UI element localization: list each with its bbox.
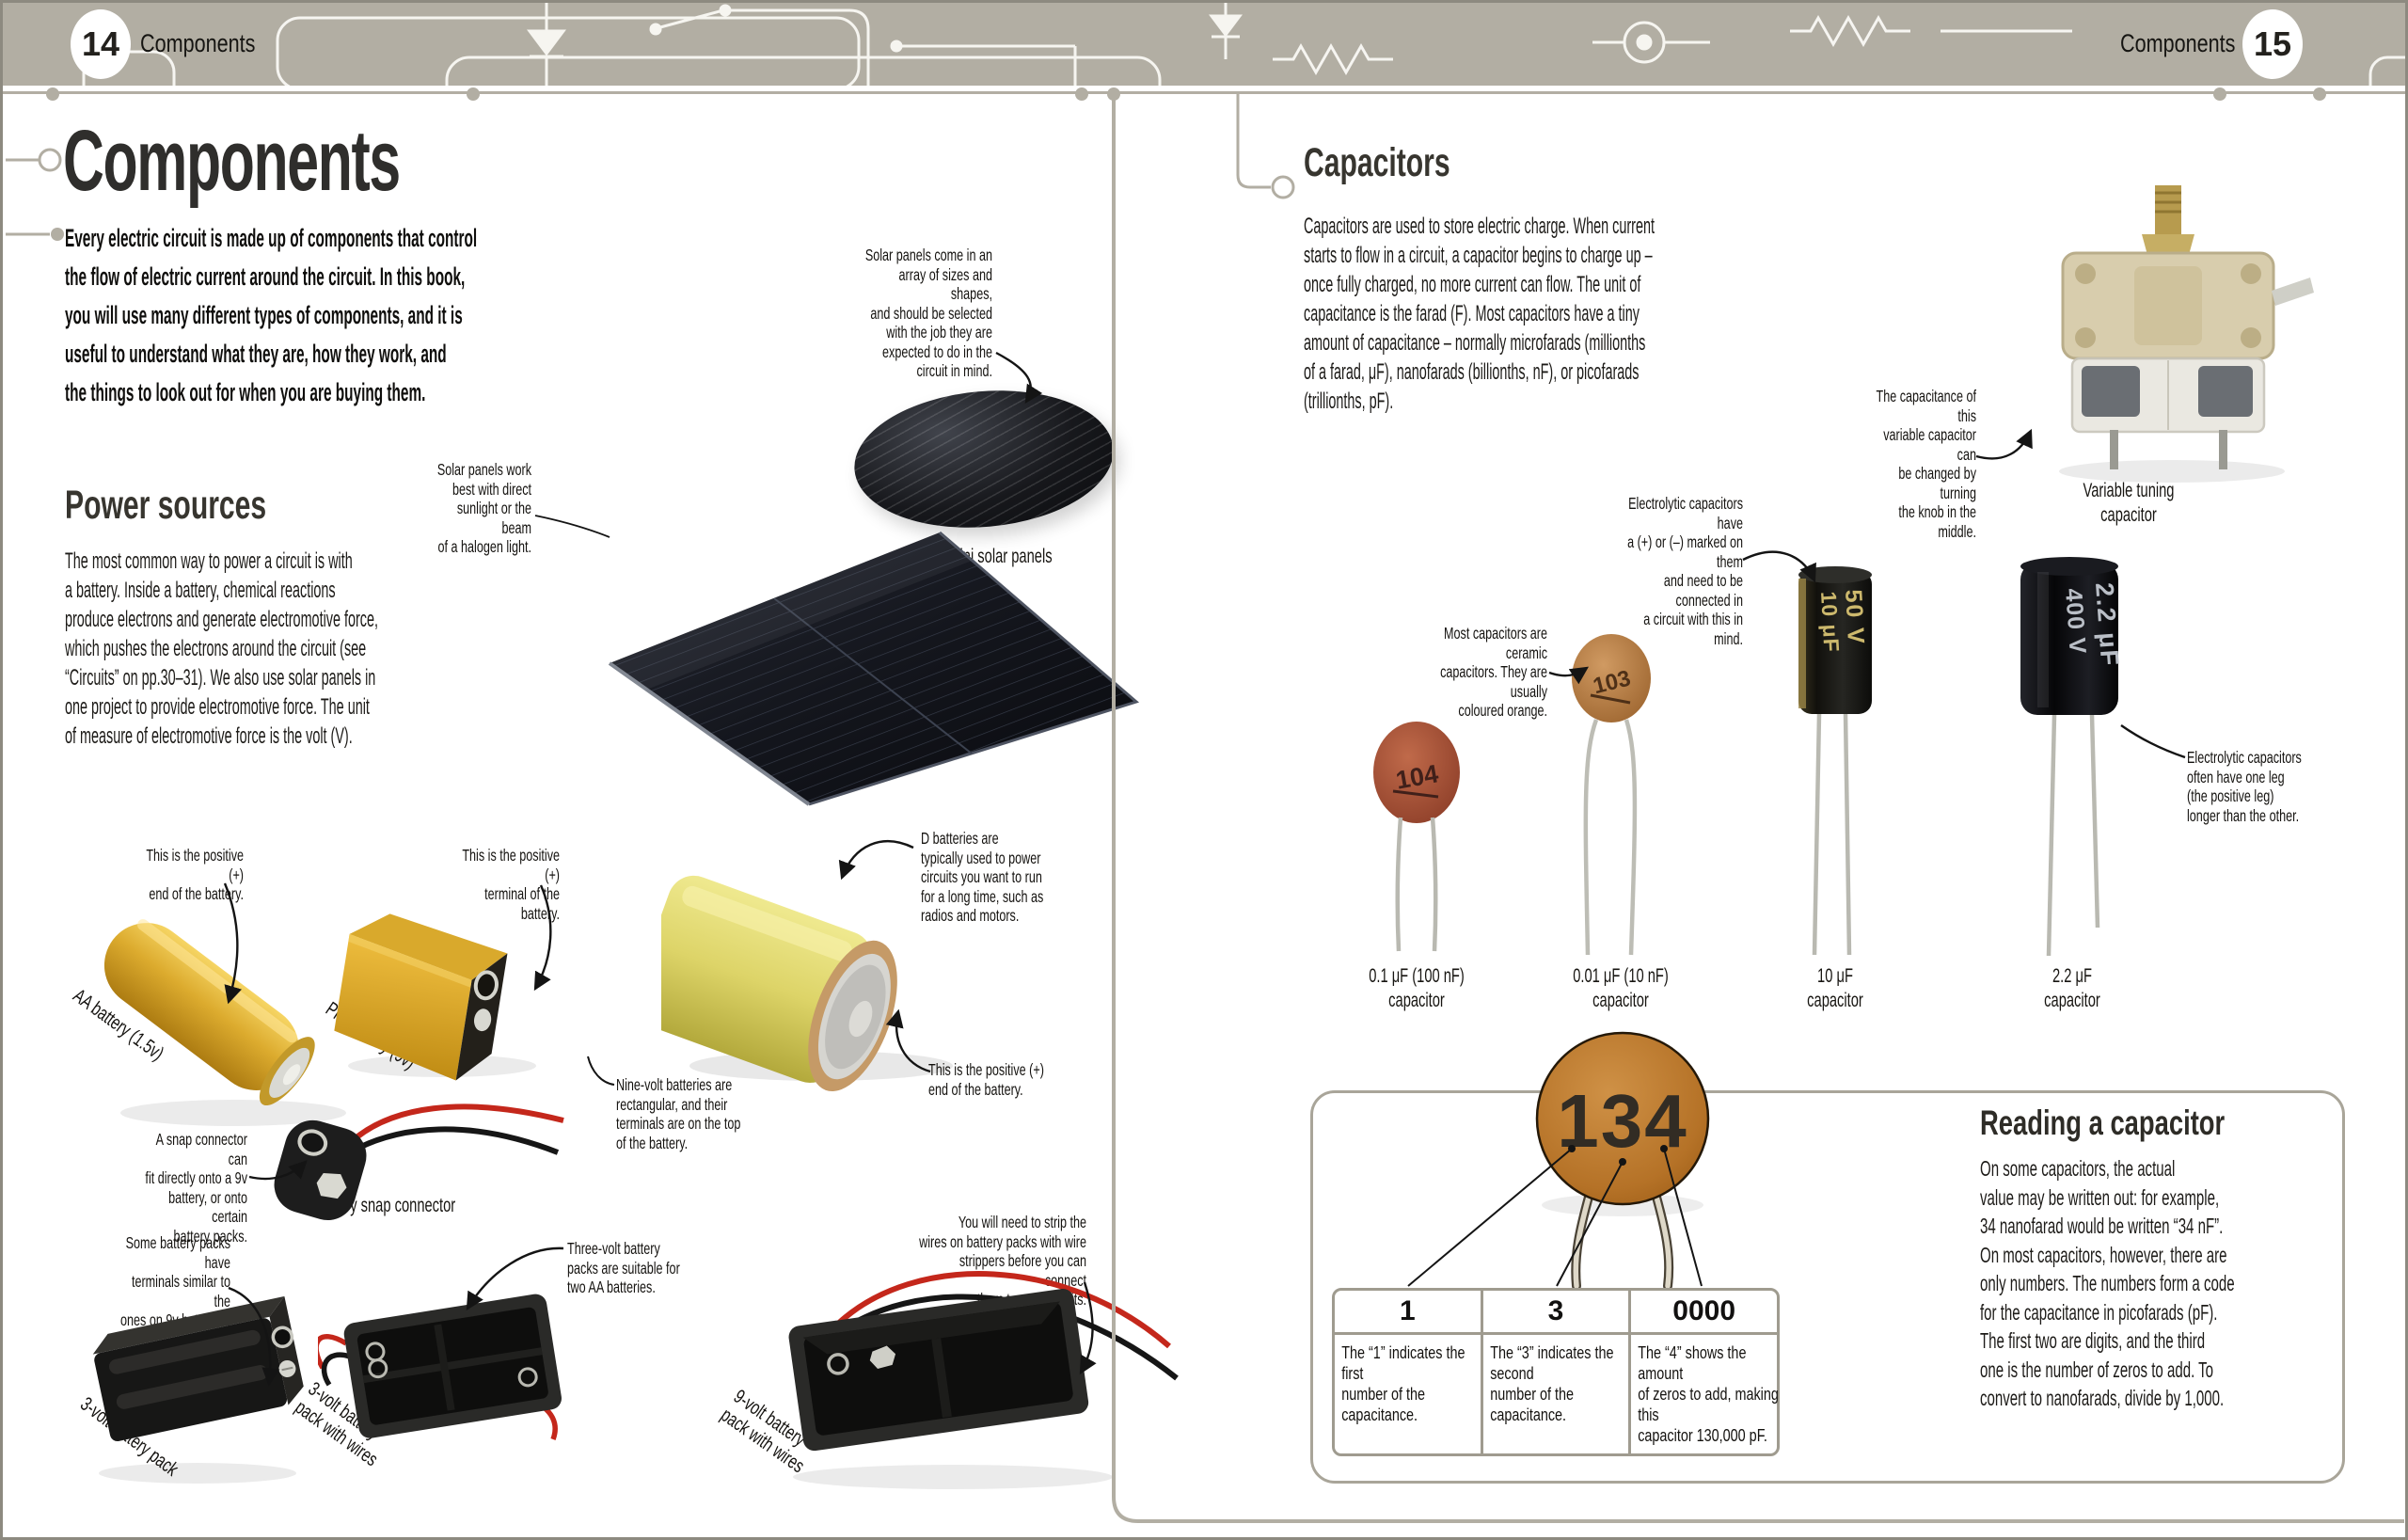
page-number-left: 14: [71, 9, 131, 79]
marking-134: 134: [1557, 1079, 1687, 1163]
micro-solar-panel-photo: [848, 380, 1119, 538]
power-sources-heading: Power sources: [65, 483, 266, 529]
running-head-right: Components: [2120, 29, 2235, 58]
variable-tuning-capacitor-photo: [2023, 180, 2320, 490]
reading-capacitor-heading: Reading a capacitor: [1980, 1103, 2225, 1143]
note-snap-connector: A snap connector can fit directly onto a…: [135, 1130, 247, 1246]
page-number-left-value: 14: [82, 24, 119, 64]
table-column-first-digit: 1 The “1” indicates the first number of …: [1335, 1291, 1481, 1453]
caption-cap-10uf: 10 μF capacitor: [1761, 964, 1909, 1013]
note-aa-positive: This is the positive (+) end of the batt…: [136, 846, 244, 904]
note-solar-array: Solar panels come in an array of sizes a…: [861, 246, 992, 381]
capacitors-heading: Capacitors: [1304, 140, 1450, 186]
capacitor-134-diagram: 134: [1517, 1028, 1732, 1296]
page-title: Components: [63, 112, 400, 211]
header-band: [3, 3, 2408, 86]
header-rule: [3, 91, 2408, 94]
note-ceramic-capacitors: Most capacitors are ceramic capacitors. …: [1416, 624, 1547, 721]
circuit-decoration-band: [3, 3, 2408, 86]
capacitors-callout-trace: [1238, 94, 1271, 187]
solar-panel-photo: [595, 516, 1150, 817]
pp3-battery-photo: [334, 880, 550, 1082]
note-solar-light: Solar panels work best with direct sunli…: [430, 460, 531, 557]
caption-cap-001uf: 0.01 μF (10 nF) capacitor: [1546, 964, 1695, 1013]
note-electrolytic-polarity: Electrolytic capacitors have a (+) or (–…: [1613, 494, 1743, 648]
rule-node-dots: [46, 87, 2326, 101]
note-leg-length: Electrolytic capacitors often have one l…: [2187, 748, 2312, 825]
marking-2.2uf: 2.2 μF: [2090, 581, 2124, 668]
running-head-left: Components: [140, 29, 255, 58]
capacitor-code-table: 1 The “1” indicates the first number of …: [1332, 1288, 1780, 1456]
page-number-right-value: 15: [2254, 24, 2291, 64]
intro-callout-dot: [51, 228, 64, 241]
capacitors-paragraph: Capacitors are used to store electric ch…: [1304, 212, 1655, 416]
caption-cap-22uf: 2.2 μF capacitor: [1998, 964, 2147, 1013]
table-digit-3: 3: [1483, 1291, 1629, 1335]
marking-400v: 400 V: [2060, 587, 2091, 655]
marking-50v: 50 V: [1840, 589, 1869, 646]
line-nine-volt: [588, 1056, 614, 1085]
battery-snap-connector-photo: [264, 1083, 575, 1233]
electrolytic-capacitor-10uf-photo: 50 V 10 μF: [1783, 562, 1889, 961]
note-three-volt-packs: Three-volt battery packs are suitable fo…: [567, 1239, 682, 1297]
intro-paragraph: Every electric circuit is made up of com…: [65, 219, 477, 412]
table-digit-1: 1: [1335, 1291, 1481, 1335]
title-callout-node: [40, 150, 60, 170]
ceramic-capacitor-104-photo: 104: [1365, 718, 1468, 958]
page-number-right: 15: [2242, 9, 2303, 79]
capacitors-callout-node: [1273, 177, 1293, 198]
table-digit-0000: 0000: [1631, 1291, 1777, 1335]
3v-battery-pack-photo: [80, 1296, 306, 1489]
table-column-second-digit: 3 The “3” indicates the second number of…: [1481, 1291, 1629, 1453]
ceramic-capacitor-103-photo: 103: [1562, 633, 1668, 961]
table-column-zeros: 0000 The “4” shows the amount of zeros t…: [1628, 1291, 1777, 1453]
d-battery-photo: [661, 810, 972, 1092]
note-variable-capacitor: The capacitance of this variable capacit…: [1861, 387, 1976, 541]
table-desc-0000: The “4” shows the amount of zeros to add…: [1631, 1335, 1790, 1453]
power-sources-paragraph: The most common way to power a circuit i…: [65, 547, 378, 751]
3v-battery-pack-wires-photo: [318, 1287, 562, 1489]
table-desc-3: The “3” indicates the second number of t…: [1483, 1335, 1642, 1433]
book-spread-components: 14 Components Components 15 Components E…: [0, 0, 2408, 1540]
reading-capacitor-paragraph: On some capacitors, the actual value may…: [1980, 1154, 2235, 1413]
marking-10uf: 10 μF: [1816, 591, 1844, 653]
table-desc-1: The “1” indicates the first number of th…: [1335, 1335, 1494, 1433]
caption-cap-01uf: 0.1 μF (100 nF) capacitor: [1342, 964, 1491, 1013]
electrolytic-capacitor-22uf-photo: 2.2 μF 400 V: [2009, 551, 2141, 963]
9v-battery-pack-wires-photo: [727, 1265, 1207, 1496]
